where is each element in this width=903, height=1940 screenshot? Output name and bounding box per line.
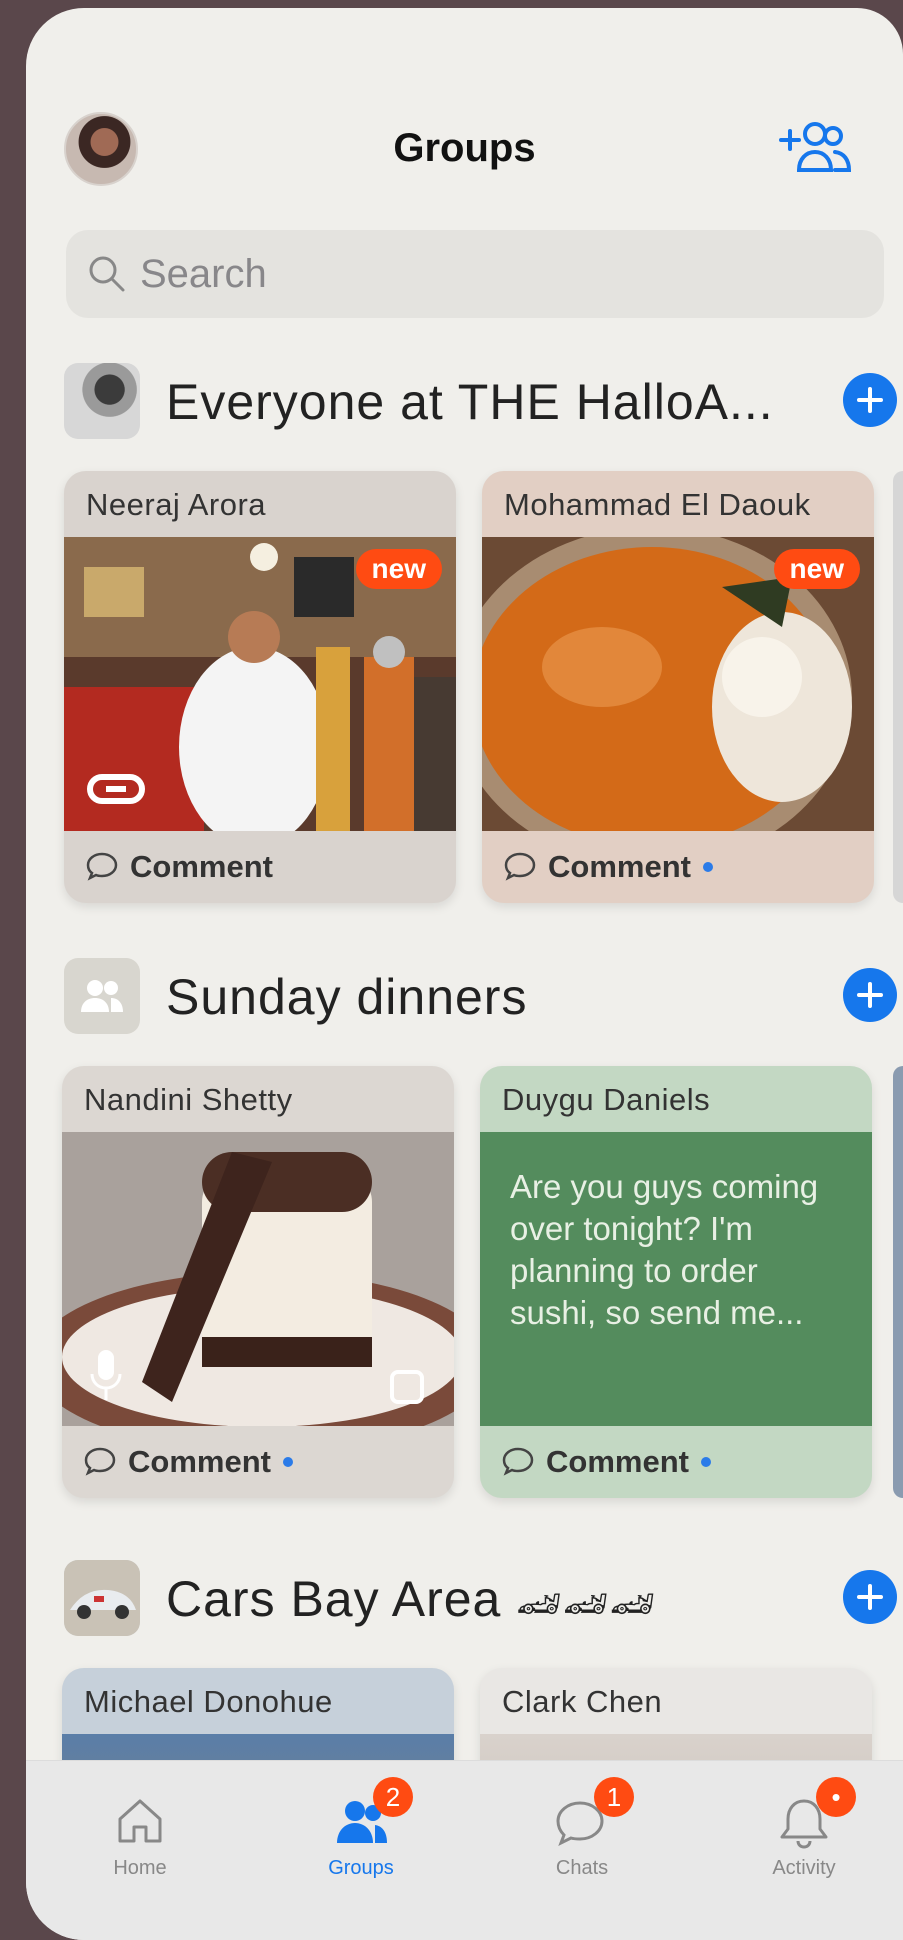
group-section: Cars Bay Area 🏎🏎🏎 Michael Donohue Clark … [26, 1560, 903, 1928]
comment-label: Comment [130, 849, 273, 884]
race-car-emoji: 🏎🏎🏎 [516, 1583, 657, 1624]
tab-label: Activity [772, 1857, 836, 1879]
tab-home[interactable]: Home [70, 1793, 210, 1880]
comment-button[interactable]: Comment [480, 1426, 872, 1498]
post-photo: new [64, 537, 456, 831]
home-icon [110, 1793, 170, 1849]
groups-icon: 2 [331, 1777, 413, 1849]
unread-dot [700, 1457, 711, 1467]
unread-dot [282, 1457, 293, 1467]
page-title: Groups [393, 126, 536, 170]
post-photo [62, 1132, 454, 1426]
comment-button[interactable]: Comment [482, 831, 874, 903]
post-text: Are you guys coming over tonight? I'm pl… [480, 1132, 872, 1426]
add-post-button[interactable] [843, 968, 897, 1022]
group-header[interactable]: Everyone at THE HalloA... [26, 363, 903, 443]
add-group-icon[interactable] [777, 118, 855, 178]
comment-icon [502, 1447, 534, 1476]
group-title: Cars Bay Area 🏎🏎🏎 [166, 1570, 656, 1628]
post-author: Nandini Shetty [84, 1082, 293, 1117]
group-photo [64, 1560, 140, 1636]
post-author: Duygu Daniels [502, 1082, 711, 1117]
new-badge: new [773, 549, 860, 589]
activity-badge: • [816, 1777, 856, 1817]
post-author: Clark Chen [502, 1684, 663, 1719]
post-card[interactable]: Duygu Daniels Are you guys coming over t… [480, 1066, 872, 1498]
app-screen: Groups Everyone at THE HalloA... [26, 8, 903, 1940]
post-card[interactable]: Mohammad El Daouk new Comment [482, 471, 874, 903]
chats-badge: 1 [594, 1777, 634, 1817]
group-title: Everyone at THE HalloA... [166, 374, 774, 430]
add-post-button[interactable] [843, 373, 897, 427]
search-bar[interactable] [66, 230, 884, 318]
groups-badge: 2 [373, 1777, 413, 1817]
comment-icon [86, 852, 118, 881]
group-title: Sunday dinners [166, 969, 528, 1025]
comment-button[interactable]: Comment [64, 831, 456, 903]
comment-icon [84, 1447, 116, 1476]
comment-button[interactable]: Comment [62, 1426, 454, 1498]
tab-bar: Home 2 Groups 1 Chats • Activity [26, 1760, 903, 1940]
post-author: Mohammad El Daouk [504, 487, 811, 522]
group-header[interactable]: Sunday dinners [26, 958, 903, 1038]
comment-icon [504, 852, 536, 881]
group-photo [64, 363, 140, 439]
comment-label: Comment [128, 1444, 271, 1479]
post-card[interactable]: Nandini Shetty Comment [62, 1066, 454, 1498]
next-card-peek[interactable] [893, 471, 903, 903]
plus-icon [857, 982, 883, 1008]
plus-icon [857, 1584, 883, 1610]
chat-icon: 1 [552, 1777, 634, 1849]
tab-label: Chats [555, 1857, 609, 1879]
add-post-button[interactable] [843, 1570, 897, 1624]
group-icon [64, 958, 140, 1034]
link-icon [87, 774, 145, 804]
tab-label: Groups [328, 1857, 394, 1879]
tab-activity[interactable]: • Activity [734, 1777, 874, 1880]
tab-label: Home [113, 1857, 167, 1879]
comment-label: Comment [548, 849, 691, 884]
group-header[interactable]: Cars Bay Area 🏎🏎🏎 [26, 1560, 903, 1640]
comment-label: Comment [546, 1444, 689, 1479]
next-card-peek[interactable] [893, 1066, 903, 1498]
group-section: Everyone at THE HalloA... Neeraj Arora n… [26, 363, 903, 903]
new-badge: new [355, 549, 442, 589]
unread-dot [702, 862, 713, 872]
search-input[interactable] [140, 251, 840, 297]
plus-icon [857, 387, 883, 413]
bell-icon: • [774, 1777, 856, 1849]
post-photo: new [482, 537, 874, 831]
post-card[interactable]: Neeraj Arora new Comment [64, 471, 456, 903]
tab-chats[interactable]: 1 Chats [512, 1777, 652, 1880]
post-author: Neeraj Arora [86, 487, 267, 522]
microphone-icon [90, 1350, 122, 1400]
group-section: Sunday dinners Nandini Shetty Comment Du… [26, 958, 903, 1498]
search-icon [89, 256, 125, 292]
header: Groups [26, 8, 903, 318]
group-title-text: Cars Bay Area [166, 1571, 502, 1627]
tab-groups[interactable]: 2 Groups [291, 1777, 431, 1880]
post-author: Michael Donohue [84, 1684, 333, 1719]
